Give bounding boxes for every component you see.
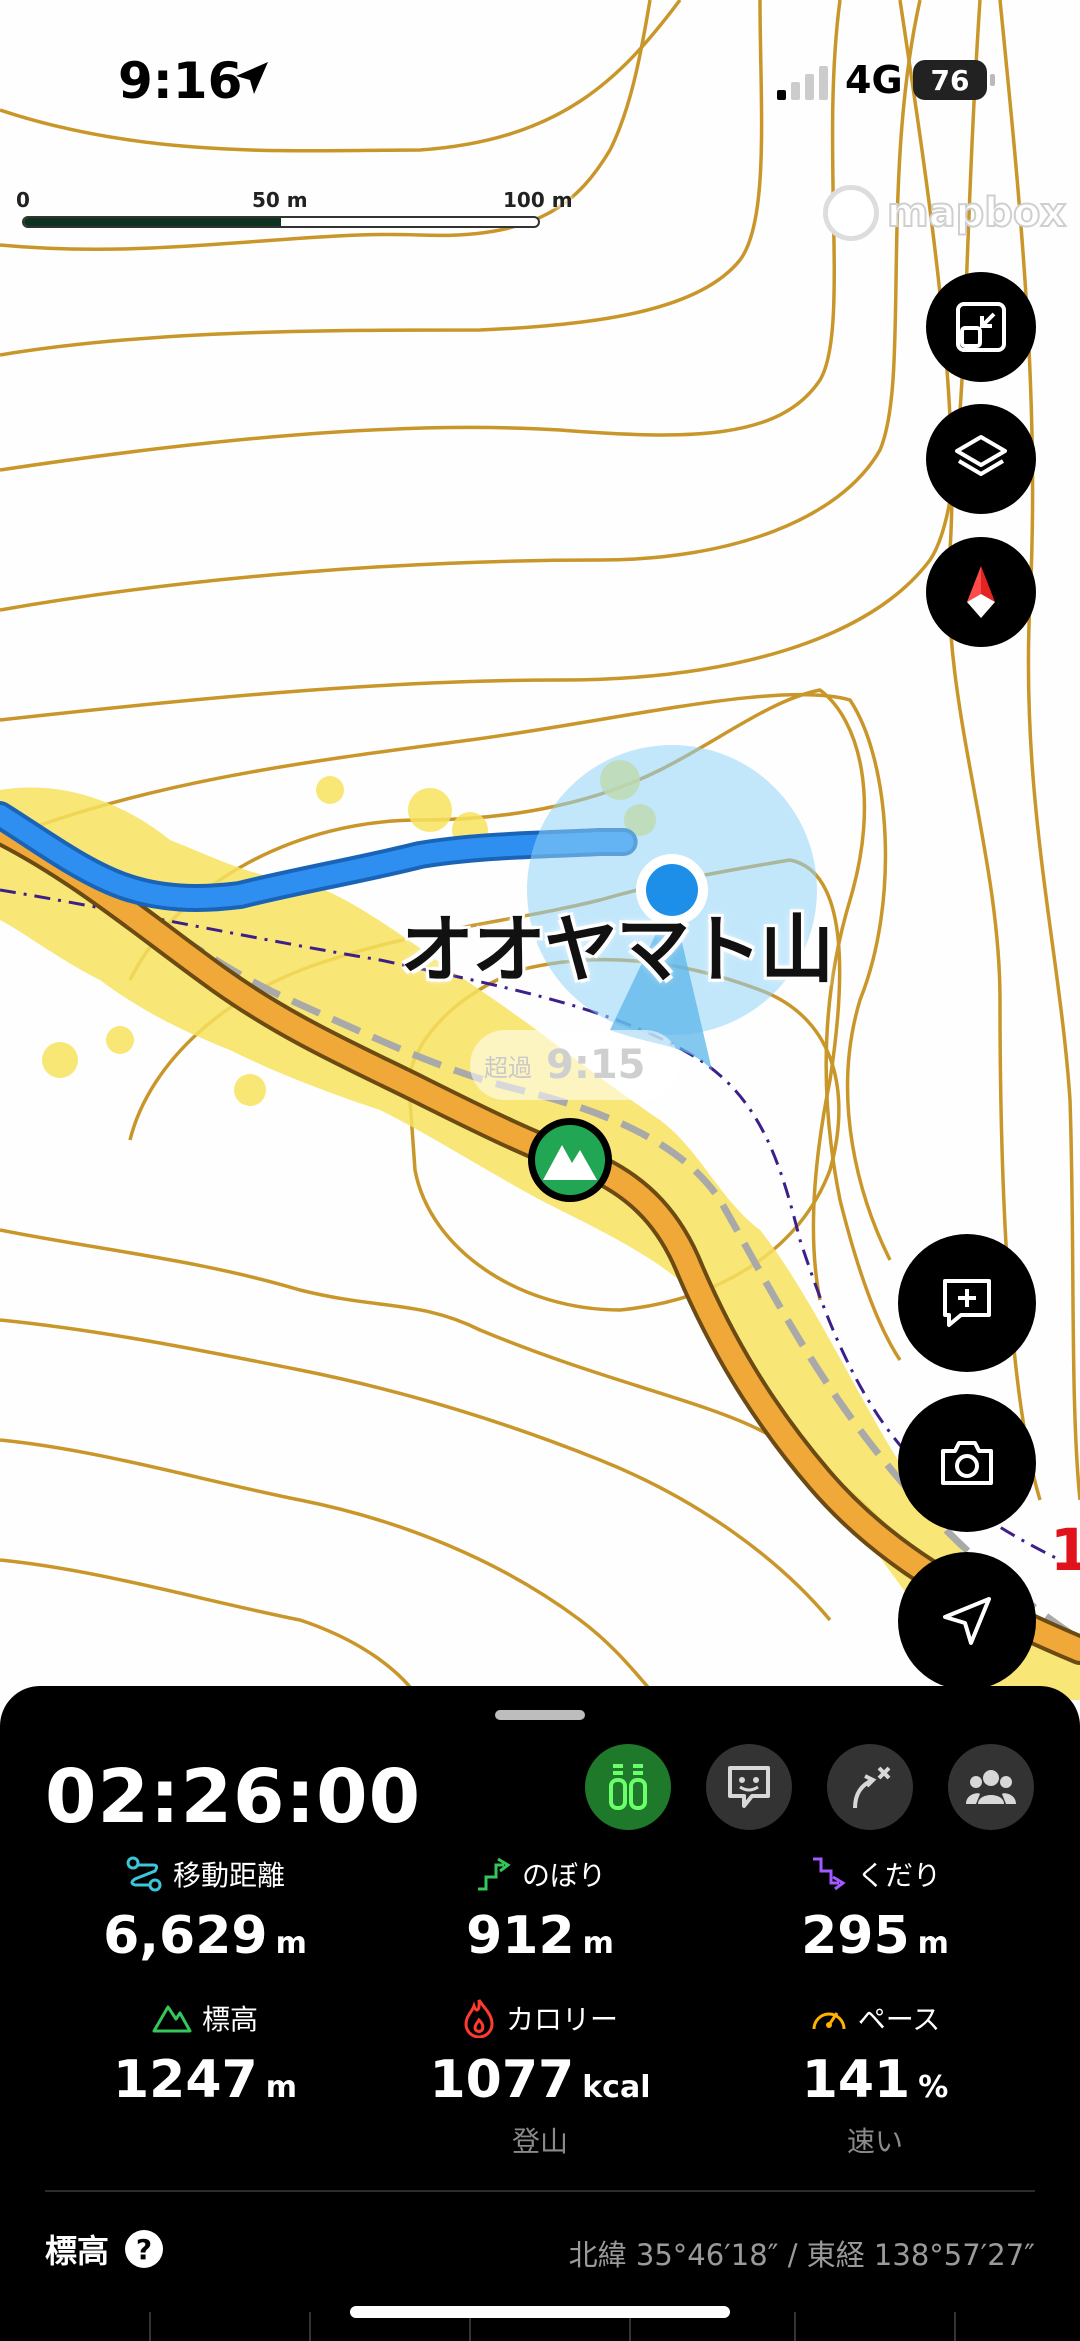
scale-label-zero: 0 <box>16 188 30 212</box>
drag-handle[interactable] <box>495 1710 585 1720</box>
stat-label: ペース <box>857 2003 941 2036</box>
stat-pace: ペース 141% 速い <box>705 1998 1045 2160</box>
coordinates-readout: 北緯 35°46′18″ / 東経 138°57′27″ <box>568 2238 1035 2272</box>
mapbox-attribution[interactable]: mapbox <box>823 183 1067 243</box>
mode-sticker-button[interactable] <box>706 1744 792 1830</box>
elevation-label: 標高 <box>45 2232 110 2270</box>
sticker-icon <box>728 1766 770 1808</box>
stat-label: カロリー <box>505 2003 618 2036</box>
stat-label: のぼり <box>521 1859 606 1892</box>
calorie-icon <box>464 1999 494 2038</box>
stat-ascent: のぼり 912 m <box>370 1854 710 1966</box>
signal-icon <box>777 66 828 100</box>
stat-label: 標高 <box>201 2003 258 2036</box>
compass-button[interactable] <box>926 537 1036 647</box>
stat-sub: 登山 <box>511 2125 568 2158</box>
peak-name-label: オオヤマト山 <box>400 907 834 993</box>
status-bar: 9:16 4G 76 <box>0 0 1080 150</box>
stat-unit: kcal <box>582 2070 651 2105</box>
camera-icon <box>941 1441 993 1485</box>
activity-panel: 02:26:00 移動距離 6,629 m のぼり 912 m くだり 295 … <box>0 1686 1080 2341</box>
layers-button[interactable] <box>926 404 1036 514</box>
elapsed-time: 02:26:00 <box>45 1754 422 1840</box>
elevation-chart-title: 標高 ? <box>45 2226 164 2272</box>
time-badge: 超過 9:15 <box>470 1030 680 1100</box>
trail-marker-icon <box>609 1764 647 1810</box>
stat-value: 141 <box>801 2050 911 2110</box>
locate-me-button[interactable] <box>898 1552 1036 1690</box>
help-icon[interactable]: ? <box>125 2230 164 2268</box>
scale-bar <box>22 216 540 228</box>
stat-sub: 速い <box>846 2125 903 2158</box>
route-icon <box>853 1766 891 1809</box>
stat-label: くだり <box>856 1859 941 1892</box>
stat-value: 295 <box>801 1906 910 1966</box>
ascent-icon <box>477 1857 511 1891</box>
status-time: 9:16 <box>118 52 243 110</box>
network-type: 4G <box>845 58 903 102</box>
edge-marker: 1 <box>1050 1516 1080 1584</box>
map-view[interactable]: 1 オオヤマト山 超過 9:15 9:16 4G 76 0 50 m 100 m… <box>0 0 1080 1700</box>
navigation-arrow-icon <box>943 1597 991 1645</box>
mapbox-logo-icon <box>823 185 879 241</box>
stat-unit: m <box>582 1926 614 1961</box>
mode-trail-marker-button[interactable] <box>585 1744 671 1830</box>
stat-value: 1247 <box>113 2050 258 2110</box>
mode-group-button[interactable] <box>948 1744 1034 1830</box>
stat-value: 912 <box>466 1906 575 1966</box>
stat-calorie: カロリー 1077 kcal 登山 <box>370 1998 710 2160</box>
compass-icon <box>967 566 995 618</box>
stat-value: 6,629 <box>103 1906 268 1966</box>
stat-unit: m <box>917 1926 949 1961</box>
distance-icon <box>126 1856 162 1892</box>
battery-level: 76 <box>930 63 970 97</box>
scale-label-end: 100 m <box>503 188 573 212</box>
stat-distance: 移動距離 6,629 m <box>35 1854 375 1966</box>
add-note-button[interactable] <box>898 1234 1036 1372</box>
mapbox-wordmark: mapbox <box>886 189 1067 237</box>
stat-unit: % <box>918 2070 949 2105</box>
mode-route-button[interactable] <box>827 1744 913 1830</box>
pace-icon <box>812 2012 846 2030</box>
home-indicator[interactable] <box>350 2306 730 2318</box>
descent-icon <box>812 1857 846 1891</box>
scale-label-mid: 50 m <box>252 188 308 212</box>
stat-altitude: 標高 1247 m <box>35 1998 375 2110</box>
stat-unit: m <box>275 1926 307 1961</box>
summit-marker <box>528 1118 612 1202</box>
camera-button[interactable] <box>898 1394 1036 1532</box>
layers-icon <box>955 435 1007 476</box>
add-note-icon <box>943 1279 991 1327</box>
location-arrow-icon <box>236 62 268 94</box>
stat-label: 移動距離 <box>172 1859 285 1892</box>
panel-divider <box>45 2190 1035 2192</box>
time-badge-prefix: 超過 <box>484 1053 532 1082</box>
fullscreen-exit-button[interactable] <box>926 272 1036 382</box>
altitude-icon <box>152 2005 192 2033</box>
fullscreen-exit-icon <box>956 302 1006 352</box>
stat-value: 1077 <box>429 2050 575 2110</box>
battery-indicator: 76 <box>913 60 995 100</box>
group-icon <box>966 1770 1016 1804</box>
stat-descent: くだり 295 m <box>705 1854 1045 1966</box>
time-badge-time: 9:15 <box>546 1042 646 1088</box>
stat-unit: m <box>265 2070 297 2105</box>
